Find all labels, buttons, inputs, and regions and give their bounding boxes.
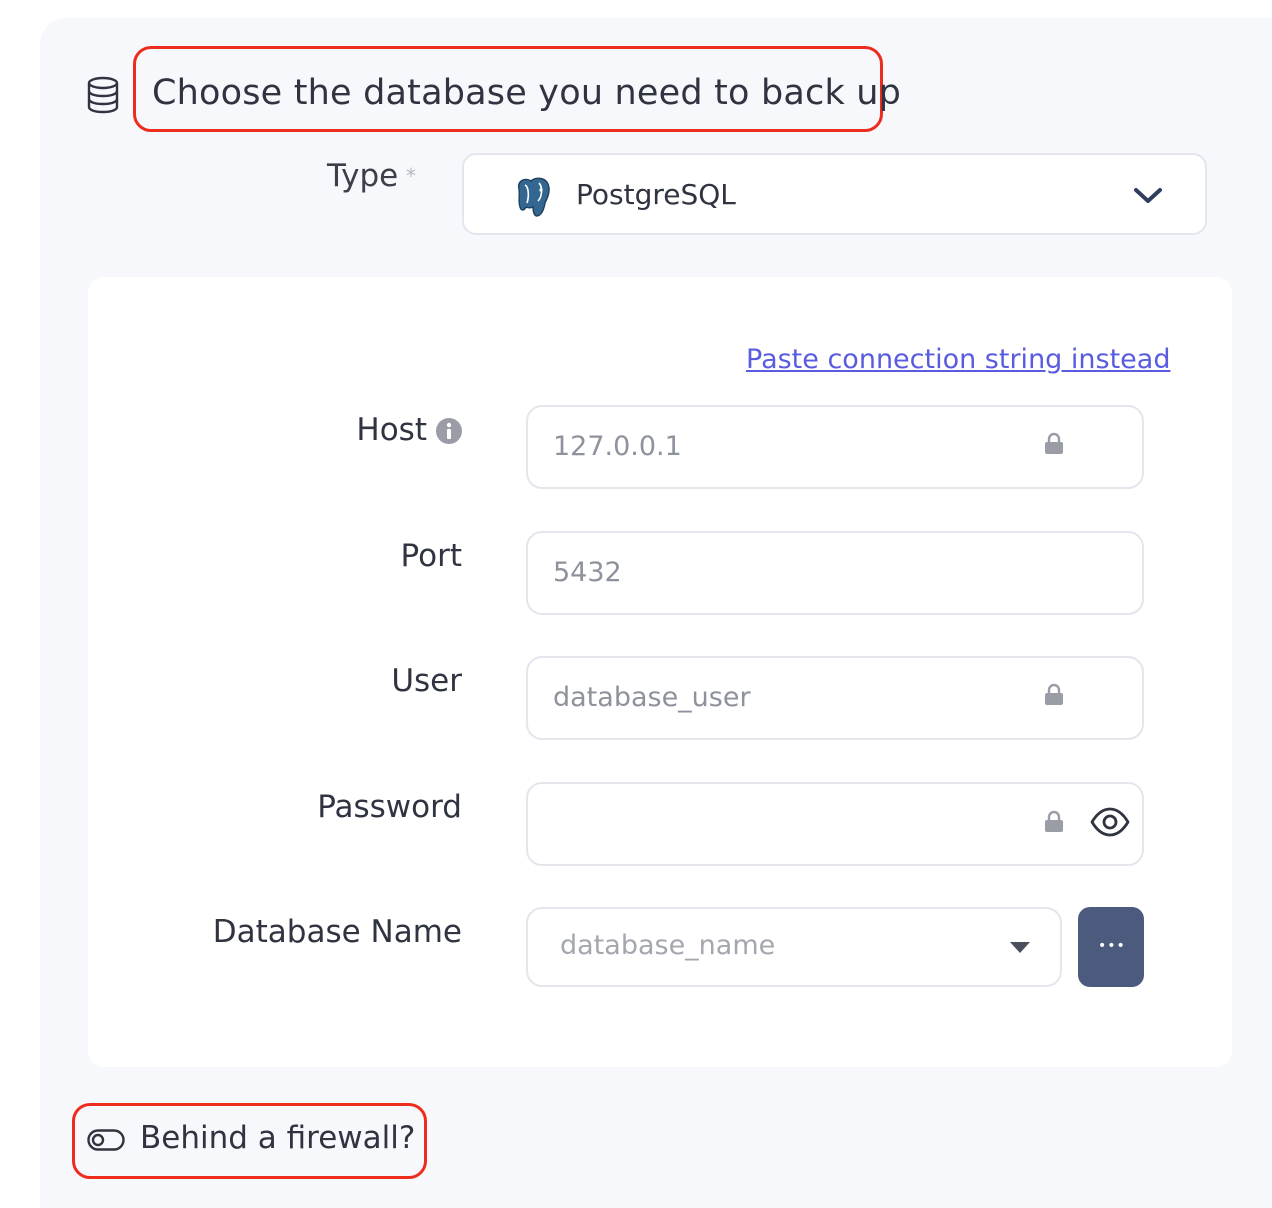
caret-down-icon[interactable] xyxy=(1010,942,1030,954)
host-placeholder: 127.0.0.1 xyxy=(553,431,682,462)
user-placeholder: database_user xyxy=(553,682,751,713)
firewall-toggle[interactable] xyxy=(87,1129,125,1151)
show-password-eye-icon[interactable] xyxy=(1090,806,1130,838)
page-title: Choose the database you need to back up xyxy=(152,73,902,113)
lock-icon xyxy=(1045,683,1063,705)
required-star: * xyxy=(406,164,416,188)
database-icon xyxy=(87,76,119,114)
host-label: Host xyxy=(356,412,427,448)
database-name-placeholder: database_name xyxy=(560,930,776,961)
database-type-value: PostgreSQL xyxy=(576,178,736,211)
lock-icon xyxy=(1045,810,1063,832)
database-type-select[interactable] xyxy=(462,153,1207,235)
port-placeholder: 5432 xyxy=(553,557,622,588)
firewall-label: Behind a firewall? xyxy=(140,1120,416,1156)
password-label: Password xyxy=(317,789,462,825)
paste-connection-string-link[interactable]: Paste connection string instead xyxy=(746,344,1170,375)
info-icon[interactable] xyxy=(435,417,463,445)
more-options-label: ••• xyxy=(1098,938,1126,954)
postgresql-logo-icon xyxy=(517,177,550,217)
type-label: Type xyxy=(327,158,399,194)
chevron-down-icon[interactable] xyxy=(1132,185,1164,207)
database-name-label: Database Name xyxy=(212,914,462,950)
user-label: User xyxy=(391,663,462,699)
lock-icon xyxy=(1045,432,1063,454)
port-label: Port xyxy=(400,538,462,574)
